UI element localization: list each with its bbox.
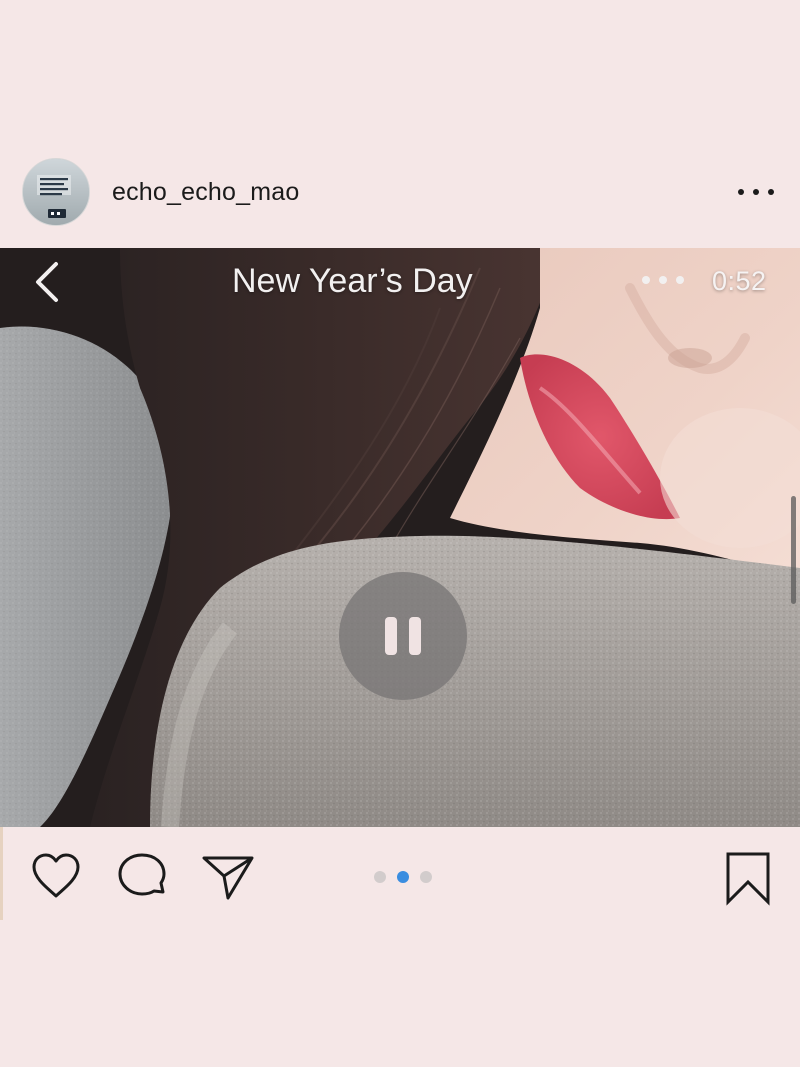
pause-icon-bar — [385, 617, 397, 655]
carousel-dot — [374, 871, 386, 883]
more-horizontal-icon-dot — [738, 189, 744, 195]
bookmark-icon — [726, 852, 770, 906]
more-horizontal-icon-dot — [753, 189, 759, 195]
save-button[interactable] — [724, 850, 772, 906]
chevron-left-icon — [36, 262, 58, 302]
video-scrollbar[interactable] — [791, 496, 796, 604]
pause-button[interactable] — [339, 572, 467, 700]
instagram-post-screen: echo_echo_mao New Year’s Day 0:52 — [0, 0, 800, 1067]
video-options-button[interactable] — [642, 274, 684, 286]
like-button[interactable] — [30, 852, 82, 900]
heart-icon — [32, 853, 80, 898]
video-timestamp: 0:52 — [712, 266, 767, 296]
post-options-button[interactable] — [738, 182, 774, 202]
paper-plane-icon — [202, 856, 254, 900]
carousel-dot-active — [397, 871, 409, 883]
video-frame-image — [0, 248, 800, 827]
more-horizontal-icon-dot — [659, 276, 667, 284]
post-header: echo_echo_mao — [0, 150, 800, 234]
back-button[interactable] — [28, 260, 68, 304]
carousel-dot — [420, 871, 432, 883]
post-media-video[interactable]: New Year’s Day 0:52 — [0, 248, 800, 827]
more-horizontal-icon-dot — [676, 276, 684, 284]
post-action-bar — [0, 840, 800, 920]
username[interactable]: echo_echo_mao — [112, 178, 299, 207]
more-horizontal-icon-dot — [642, 276, 650, 284]
pause-icon-bar — [409, 617, 421, 655]
video-title: New Year’s Day — [232, 262, 473, 300]
avatar[interactable] — [22, 158, 90, 226]
avatar-image — [23, 159, 89, 225]
comment-button[interactable] — [117, 852, 169, 902]
comment-bubble-icon — [118, 853, 166, 896]
more-horizontal-icon-dot — [768, 189, 774, 195]
carousel-indicator — [374, 870, 432, 884]
share-button[interactable] — [200, 852, 256, 902]
